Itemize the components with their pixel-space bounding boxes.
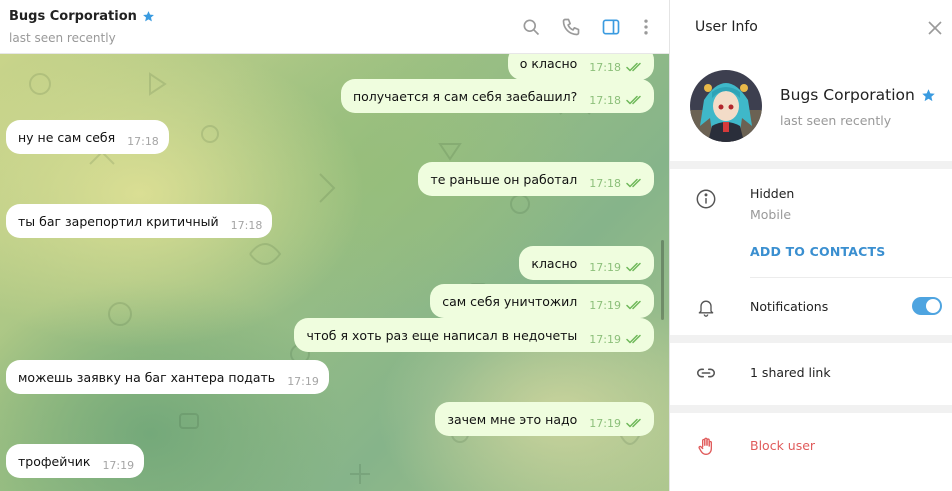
add-to-contacts-button[interactable]: ADD TO CONTACTS	[750, 244, 885, 259]
profile-name-text: Bugs Corporation	[780, 86, 915, 104]
bell-icon	[695, 296, 717, 318]
link-icon	[695, 362, 717, 384]
message-time: 17:18	[589, 93, 621, 107]
message-text: ты баг зарепортил критичный	[18, 213, 219, 229]
toggle-knob	[926, 299, 940, 313]
divider	[670, 161, 952, 169]
chat-title[interactable]: Bugs Corporation	[9, 9, 155, 24]
outgoing-message[interactable]: получается я сам себя заебашил? 17:18	[340, 79, 654, 113]
message-time: 17:18	[127, 134, 159, 148]
message-text: сам себя уничтожил	[442, 293, 578, 309]
read-ticks-icon	[626, 326, 644, 344]
more-vertical-icon[interactable]	[634, 15, 658, 39]
message-text: трофейчик	[18, 453, 91, 469]
verified-star-icon	[142, 10, 155, 23]
divider	[670, 335, 952, 343]
incoming-message[interactable]: ты баг зарепортил критичный 17:18	[6, 204, 273, 238]
profile-name: Bugs Corporation	[780, 86, 936, 104]
read-ticks-icon	[626, 54, 644, 72]
close-icon[interactable]	[925, 18, 945, 38]
hand-stop-icon	[695, 435, 717, 457]
chat-header: Bugs Corporation last seen recently	[0, 0, 669, 54]
message-text: ну не сам себя	[18, 129, 116, 145]
verified-star-icon	[921, 88, 936, 103]
shared-links-item[interactable]: 1 shared link	[750, 365, 831, 380]
message-text: чтоб я хоть раз еще написал в недочеты	[306, 327, 578, 343]
message-time: 17:19	[589, 260, 621, 274]
phone-icon[interactable]	[559, 15, 583, 39]
outgoing-message[interactable]: зачем мне это надо 17:19	[435, 402, 654, 436]
phone-value: Hidden	[750, 186, 795, 201]
incoming-message[interactable]: можешь заявку на баг хантера подать 17:19	[6, 360, 329, 394]
outgoing-message[interactable]: чтоб я хоть раз еще написал в недочеты 17…	[294, 318, 654, 352]
notifications-toggle[interactable]	[912, 297, 942, 315]
chat-scrollbar[interactable]	[661, 240, 664, 320]
message-text: получается я сам себя заебашил?	[352, 88, 578, 104]
message-time: 17:19	[287, 374, 319, 388]
message-time: 17:18	[589, 60, 621, 74]
outgoing-message[interactable]: класно 17:19	[519, 246, 654, 280]
search-icon[interactable]	[519, 15, 543, 39]
message-time: 17:18	[589, 176, 621, 190]
message-text: зачем мне это надо	[447, 411, 578, 427]
divider	[670, 405, 952, 413]
sidebar-toggle-icon[interactable]	[599, 15, 623, 39]
read-ticks-icon	[626, 292, 644, 310]
message-text: можешь заявку на баг хантера подать	[18, 369, 276, 385]
message-text: о класно	[519, 55, 578, 71]
message-time: 17:19	[589, 416, 621, 430]
notifications-label: Notifications	[750, 299, 829, 314]
profile-status: last seen recently	[780, 113, 892, 128]
user-info-panel: User Info Bugs Corporation last seen rec…	[669, 0, 952, 491]
incoming-message[interactable]: трофейчик 17:19	[6, 444, 145, 478]
chat-status: last seen recently	[9, 31, 116, 45]
read-ticks-icon	[626, 87, 644, 105]
chat-name[interactable]: Bugs Corporation	[9, 9, 137, 24]
read-ticks-icon	[626, 410, 644, 428]
phone-label: Mobile	[750, 207, 792, 222]
read-ticks-icon	[626, 170, 644, 188]
panel-title: User Info	[695, 19, 758, 35]
read-ticks-icon	[626, 254, 644, 272]
divider	[750, 277, 952, 278]
chat-area: Bugs Corporation last seen recently о кл…	[0, 0, 669, 491]
message-time: 17:19	[589, 298, 621, 312]
incoming-message[interactable]: ну не сам себя 17:18	[6, 120, 169, 154]
message-text: те раньше он работал	[430, 171, 578, 187]
outgoing-message[interactable]: сам себя уничтожил 17:19	[430, 284, 654, 318]
avatar[interactable]	[690, 70, 762, 142]
message-time: 17:19	[589, 332, 621, 346]
outgoing-message[interactable]: те раньше он работал 17:18	[418, 162, 654, 196]
block-user-button[interactable]: Block user	[750, 438, 815, 453]
message-time: 17:18	[230, 218, 263, 232]
info-icon	[695, 188, 717, 210]
message-text: класно	[531, 255, 578, 271]
message-time: 17:19	[102, 458, 135, 472]
